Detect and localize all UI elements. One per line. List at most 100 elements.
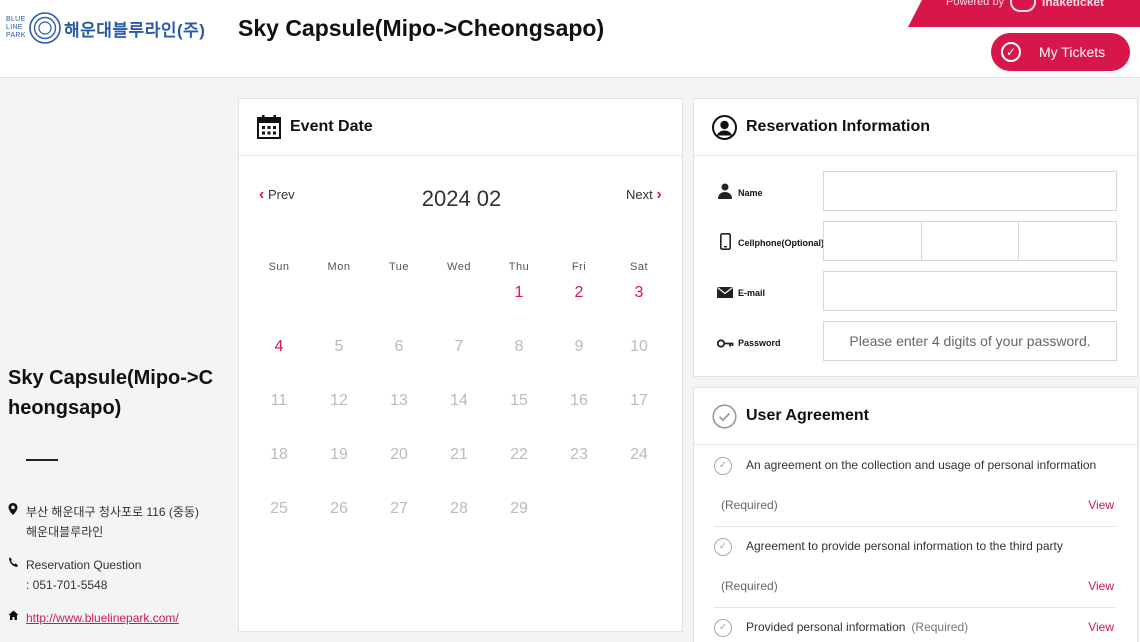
phone-field-group — [823, 221, 1117, 261]
calendar-day: 17 — [630, 392, 648, 409]
agreement-text: Agreement to provide personal informatio… — [746, 539, 1063, 553]
weekday-label: Thu — [508, 261, 530, 273]
calendar-day: 18 — [270, 446, 288, 463]
email-label: E-mail — [738, 288, 766, 298]
calendar-day: 13 — [390, 392, 408, 409]
password-input[interactable] — [824, 322, 1116, 360]
weekday-label: Sun — [268, 261, 290, 273]
weekday-label: Sat — [629, 261, 648, 273]
reservation-info-title: Reservation Information — [746, 118, 931, 135]
weekday-row: Sun Mon Tue Wed Thu Fri Sat — [249, 247, 669, 273]
phone-input-1[interactable] — [824, 222, 921, 260]
name-field[interactable] — [823, 171, 1117, 211]
password-field[interactable] — [823, 321, 1117, 361]
powered-by-banner: Powered by Inaketicket — [908, 0, 1140, 27]
event-date-header: Event Date — [239, 99, 682, 156]
home-icon — [8, 608, 26, 628]
weekday-label: Tue — [388, 261, 410, 273]
user-agreement-title: User Agreement — [746, 407, 870, 424]
key-icon — [714, 335, 736, 351]
calendar-day[interactable]: 3 — [609, 273, 669, 327]
calendar-day[interactable]: 4 — [249, 327, 309, 381]
email-field[interactable] — [823, 271, 1117, 311]
reservation-info-panel: Reservation Information Name Cellphone(O… — [693, 98, 1138, 377]
phone-label-row: Cellphone(Optional) — [714, 233, 824, 253]
homepage-info: http://www.bluelinepark.com/ — [8, 608, 179, 628]
logo-swirl-icon — [29, 12, 61, 44]
check-circle-icon — [712, 403, 737, 429]
name-label-row: Name — [714, 183, 763, 202]
view-link[interactable]: View — [1088, 498, 1114, 512]
question-phone: : 051-701-5548 — [26, 578, 108, 592]
calendar-day: 15 — [510, 392, 528, 409]
reservation-question-info: Reservation Question : 051-701-5548 — [8, 555, 141, 595]
agreement-checkbox-icon[interactable]: ✓ — [714, 457, 732, 475]
calendar-day: 8 — [514, 338, 524, 355]
divider — [26, 459, 58, 461]
required-label: (Required) — [911, 620, 969, 634]
agreement-text: Provided personal information — [746, 620, 906, 634]
calendar-icon — [257, 115, 281, 139]
calendar-empty-cell — [609, 489, 669, 543]
event-date-title: Event Date — [290, 118, 373, 135]
calendar-week-row: 11 12 13 14 15 16 17 — [249, 381, 669, 435]
phone-part-2[interactable] — [921, 222, 1020, 260]
my-tickets-label: My Tickets — [1039, 44, 1106, 60]
calendar-day: 16 — [570, 392, 588, 409]
page-title: Sky Capsule(Mipo->Cheongsapo) — [238, 15, 605, 41]
calendar-day: 27 — [390, 500, 408, 517]
question-label: Reservation Question — [26, 558, 142, 572]
my-tickets-button[interactable]: ✓ My Tickets — [991, 33, 1130, 71]
calendar-week-row: 18 19 20 21 22 23 24 — [249, 435, 669, 489]
calendar-day: 22 — [510, 446, 528, 463]
address-line-2: 해운대블루라인 — [26, 525, 104, 539]
phone-input-2[interactable] — [921, 222, 1019, 260]
agreement-checkbox-icon[interactable]: ✓ — [714, 538, 732, 556]
address-line-1: 부산 해운대구 청사포로 116 (중동) — [26, 505, 199, 519]
calendar-day: 12 — [330, 392, 348, 409]
email-input[interactable] — [824, 272, 1116, 310]
calendar-grid: Sun Mon Tue Wed Thu Fri Sat 1 2 3 4 5 6 7 8 9 10 11 12 13 1… — [249, 247, 669, 543]
calendar-day: 26 — [330, 500, 348, 517]
calendar-day[interactable]: 2 — [549, 273, 609, 327]
homepage-link[interactable]: http://www.bluelinepark.com/ — [26, 608, 179, 628]
view-link[interactable]: View — [1088, 620, 1114, 634]
calendar-empty-cell — [249, 273, 309, 327]
powered-by-logo-icon — [1010, 0, 1036, 12]
calendar-day: 24 — [630, 446, 648, 463]
weekday-label: Mon — [327, 261, 351, 273]
calendar-day: 20 — [390, 446, 408, 463]
calendar-day: 10 — [630, 338, 648, 355]
prev-month-button[interactable]: ‹ Prev — [259, 186, 295, 204]
company-logo[interactable]: BLUE LINE PARK 해운대블루라인(주) — [6, 8, 205, 48]
agreement-checkbox-icon[interactable]: ✓ — [714, 619, 732, 637]
calendar-day: 23 — [570, 446, 588, 463]
calendar-day: 21 — [450, 446, 468, 463]
phone-input-3[interactable] — [1019, 222, 1117, 260]
phone-part-1[interactable] — [824, 222, 922, 260]
calendar-day[interactable]: 1 — [489, 273, 549, 327]
next-month-button[interactable]: Next › — [626, 186, 662, 204]
powered-by-label: Powered by — [946, 0, 1005, 8]
calendar-empty-cell — [429, 273, 489, 327]
calendar-week-row: 4 5 6 7 8 9 10 — [249, 327, 669, 381]
prev-label: Prev — [267, 187, 295, 202]
user-agreement-header: User Agreement — [694, 388, 1137, 445]
mobile-phone-icon — [714, 233, 736, 253]
name-input[interactable] — [824, 172, 1116, 210]
calendar-day: 6 — [394, 338, 404, 355]
weekday-label: Wed — [447, 261, 471, 273]
calendar-day: 5 — [334, 338, 344, 355]
chevron-left-icon: ‹ — [259, 186, 265, 203]
product-title: Sky Capsule(Mipo->Cheongsapo) — [8, 367, 214, 419]
user-circle-icon — [712, 114, 737, 140]
required-label: (Required) — [721, 498, 778, 512]
calendar-month: 2024 02 — [421, 186, 502, 211]
agreement-text-row: Provided personal information (Required) — [746, 620, 968, 634]
calendar-day: 11 — [270, 392, 288, 409]
view-link[interactable]: View — [1088, 579, 1114, 593]
password-label: Password — [738, 338, 781, 348]
logo-wordmark: BLUE LINE PARK — [6, 16, 26, 39]
phone-part-3[interactable] — [1019, 222, 1117, 260]
envelope-icon — [714, 285, 736, 301]
